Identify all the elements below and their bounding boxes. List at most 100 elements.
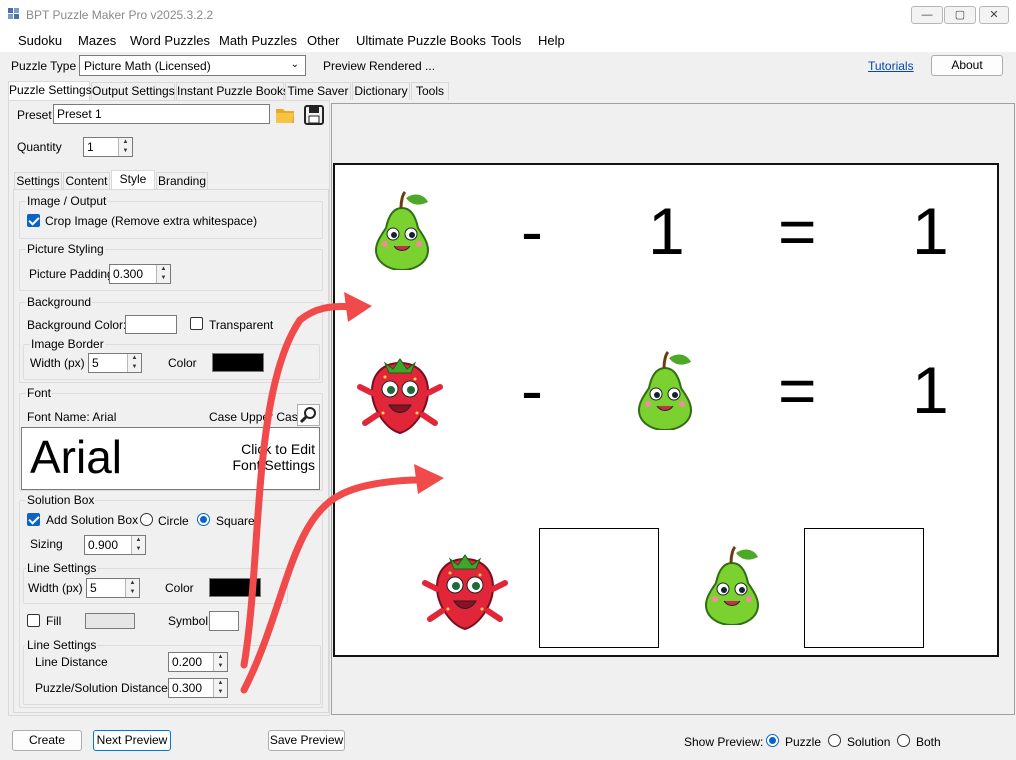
solution-box-title: Solution Box — [26, 493, 96, 507]
line-distance-stepper[interactable]: 0.200 ▲ ▼ — [168, 652, 228, 672]
line-distance-value: 0.200 — [172, 655, 203, 669]
menu-math-puzzles[interactable]: Math Puzzles — [219, 33, 297, 48]
puzzle-radio-label: Puzzle — [785, 735, 822, 749]
add-solution-box-label: Add Solution Box — [46, 513, 139, 527]
case-label: Case Upper Case — [209, 410, 305, 424]
puzzle-radio[interactable] — [766, 734, 779, 747]
puzzle-type-label: Puzzle Type — [11, 59, 77, 73]
subtab-style[interactable]: Style — [111, 170, 155, 189]
picture-padding-value: 0.300 — [113, 267, 144, 281]
sizing-stepper[interactable]: 0.900 ▲ ▼ — [84, 535, 146, 555]
background-color-label: Background Color: — [27, 318, 127, 332]
menu-other[interactable]: Other — [307, 33, 340, 48]
line-distance-spin[interactable]: ▲ ▼ — [213, 653, 227, 671]
status-text: Preview Rendered ... — [323, 59, 436, 73]
menu-ultimate-puzzle-books[interactable]: Ultimate Puzzle Books — [356, 33, 486, 48]
folder-open-icon[interactable] — [274, 104, 296, 126]
save-preview-button[interactable]: Save Preview — [268, 730, 345, 751]
menu-tools[interactable]: Tools — [491, 33, 521, 48]
preset-input[interactable]: Preset 1 — [53, 104, 270, 124]
close-button[interactable]: ✕ — [979, 6, 1009, 24]
border-color-swatch[interactable] — [212, 353, 264, 372]
circle-radio[interactable] — [140, 513, 153, 526]
image-border-title: Image Border — [30, 337, 105, 351]
line-width-label: Width (px) — [28, 581, 83, 595]
font-edit-hint-1: Click to Edit — [241, 441, 315, 457]
menu-sudoku[interactable]: Sudoku — [18, 33, 62, 48]
window-title: BPT Puzzle Maker Pro v2025.3.2.2 — [26, 8, 214, 22]
quantity-label: Quantity — [17, 140, 62, 154]
square-label: Square — [216, 514, 255, 528]
sizing-value: 0.900 — [88, 538, 119, 552]
ps-distance-label: Puzzle/Solution Distance — [35, 681, 168, 695]
both-radio[interactable] — [897, 734, 910, 747]
menu-help[interactable]: Help — [538, 33, 565, 48]
tab-dictionary[interactable]: Dictionary — [352, 82, 410, 100]
picture-styling-title: Picture Styling — [26, 242, 105, 256]
menu-word-puzzles[interactable]: Word Puzzles — [130, 33, 210, 48]
border-width-spin[interactable]: ▲ ▼ — [127, 354, 141, 372]
fill-checkbox[interactable] — [27, 614, 40, 627]
tab-tools[interactable]: Tools — [411, 82, 449, 100]
tab-output-settings[interactable]: Output Settings — [91, 82, 175, 100]
operator-equals: = — [778, 194, 817, 268]
font-edit-hint-2: Font Settings — [232, 457, 316, 473]
maximize-button[interactable]: ▢ — [944, 6, 976, 24]
chevron-down-icon: ⌄ — [290, 59, 299, 70]
subtab-settings[interactable]: Settings — [14, 172, 62, 189]
border-width-stepper[interactable]: 5 ▲ ▼ — [88, 353, 142, 373]
symbol-label: Symbol — [168, 614, 209, 628]
magnifier-icon — [299, 407, 316, 424]
pear-icon — [369, 190, 435, 273]
crop-image-checkbox[interactable] — [27, 214, 40, 227]
result-text: 1 — [912, 194, 949, 268]
symbol-input[interactable] — [209, 611, 239, 631]
tab-instant-puzzle-books[interactable]: Instant Puzzle Books — [176, 82, 289, 100]
about-button[interactable]: About — [931, 55, 1003, 76]
save-icon[interactable] — [303, 104, 325, 126]
line-width-spin[interactable]: ▲ ▼ — [125, 579, 139, 597]
menu-mazes[interactable]: Mazes — [78, 33, 116, 48]
quantity-value: 1 — [87, 140, 94, 154]
solution-radio-label: Solution — [847, 735, 891, 749]
quantity-spin[interactable]: ▲ ▼ — [118, 138, 132, 156]
puzzle-type-value: Picture Math (Licensed) — [84, 59, 211, 73]
font-sample: Arial — [30, 431, 123, 483]
fill-label: Fill — [46, 614, 62, 628]
operator-minus: - — [521, 194, 543, 268]
tab-puzzle-settings[interactable]: Puzzle Settings — [8, 81, 92, 100]
line-width-stepper[interactable]: 5 ▲ ▼ — [86, 578, 140, 598]
solution-radio[interactable] — [828, 734, 841, 747]
menu-bar: Sudoku Mazes Word Puzzles Math Puzzles O… — [0, 30, 1016, 52]
show-preview-label: Show Preview: — [684, 735, 764, 749]
pear-icon — [699, 545, 765, 628]
minimize-button[interactable]: — — [911, 6, 943, 24]
strawberry-icon — [355, 347, 445, 438]
tutorials-link[interactable]: Tutorials — [868, 59, 914, 73]
ps-distance-spin[interactable]: ▲ ▼ — [213, 679, 227, 697]
create-button[interactable]: Create — [12, 730, 82, 751]
transparent-checkbox[interactable] — [190, 317, 203, 330]
add-solution-box-checkbox[interactable] — [27, 513, 40, 526]
line-settings-title: Line Settings — [26, 561, 98, 575]
square-radio[interactable] — [197, 513, 210, 526]
subtab-content[interactable]: Content — [63, 172, 110, 189]
line-distance-label: Line Distance — [35, 655, 108, 669]
puzzle-type-select[interactable]: Picture Math (Licensed) ⌄ — [79, 55, 306, 76]
tab-time-saver[interactable]: Time Saver — [285, 82, 351, 100]
subtab-branding[interactable]: Branding — [156, 172, 208, 189]
border-width-label: Width (px) — [30, 356, 85, 370]
ps-distance-stepper[interactable]: 0.300 ▲ ▼ — [168, 678, 228, 698]
font-search-button[interactable] — [297, 404, 320, 426]
line-color-swatch[interactable] — [209, 578, 261, 597]
fill-color-swatch[interactable] — [85, 613, 135, 629]
image-output-title: Image / Output — [26, 194, 108, 208]
picture-padding-spin[interactable]: ▲ ▼ — [156, 265, 170, 283]
transparent-label: Transparent — [209, 318, 274, 332]
sizing-spin[interactable]: ▲ ▼ — [131, 536, 145, 554]
background-color-swatch[interactable] — [125, 315, 177, 334]
next-preview-button[interactable]: Next Preview — [93, 730, 171, 751]
font-preview-box[interactable]: Arial Click to Edit Font Settings — [21, 427, 320, 490]
quantity-stepper[interactable]: 1 ▲ ▼ — [83, 137, 133, 157]
picture-padding-stepper[interactable]: 0.300 ▲ ▼ — [109, 264, 171, 284]
